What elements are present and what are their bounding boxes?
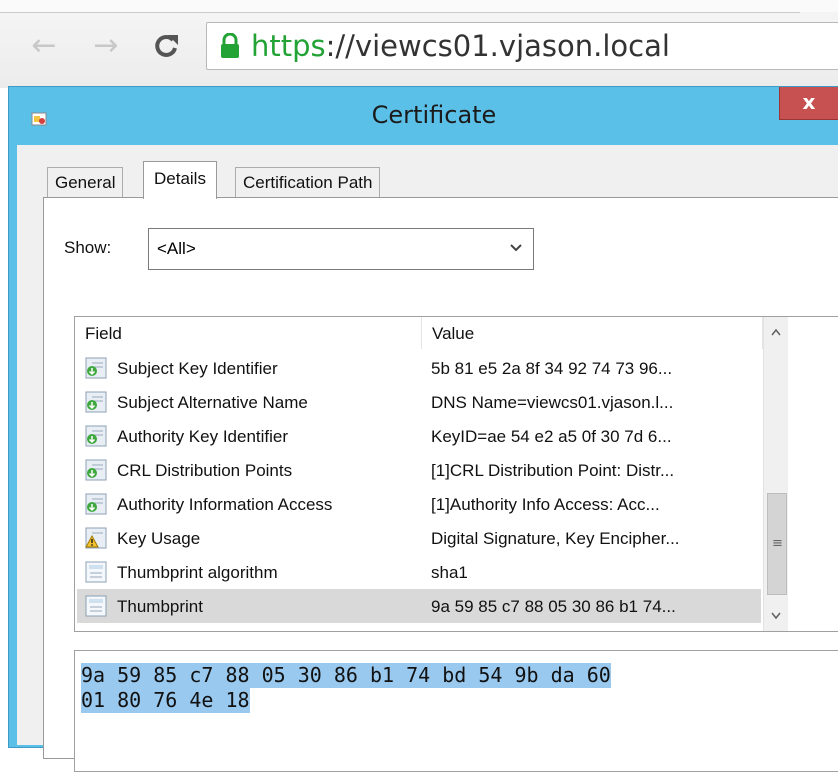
dialog-titlebar[interactable]: Certificate x — [9, 87, 838, 145]
show-dropdown[interactable]: <All> — [148, 228, 534, 270]
field-value: KeyID=ae 54 e2 a5 0f 30 7d 6... — [431, 427, 672, 446]
property-icon — [85, 561, 107, 583]
field-row-subject-key-identifier[interactable]: Subject Key Identifier 5b 81 e5 2a 8f 34… — [77, 351, 761, 385]
back-arrow-icon: ← — [31, 28, 57, 63]
tab-strip-edge — [0, 6, 800, 13]
cert-field-icon — [85, 391, 107, 413]
chevron-down-icon — [771, 612, 781, 620]
back-button[interactable]: ← — [26, 28, 62, 64]
tab-details[interactable]: Details — [143, 161, 217, 199]
reload-button[interactable] — [148, 28, 184, 64]
field-row-crl-distribution-points[interactable]: CRL Distribution Points [1]CRL Distribut… — [77, 453, 761, 487]
scroll-thumb[interactable]: ≡ — [767, 493, 787, 595]
scroll-down-button[interactable] — [764, 601, 788, 631]
field-name: Subject Alternative Name — [117, 393, 308, 412]
close-button[interactable]: x — [779, 87, 838, 120]
field-detail-textbox[interactable]: 9a 59 85 c7 88 05 30 86 b1 74 bd 54 9b d… — [74, 650, 838, 772]
field-row-subject-alternative-name[interactable]: Subject Alternative Name DNS Name=viewcs… — [77, 385, 761, 419]
field-name: Authority Information Access — [117, 495, 333, 514]
field-name: Thumbprint — [117, 597, 203, 616]
field-name: Thumbprint algorithm — [117, 563, 278, 582]
chevron-up-icon — [771, 328, 781, 336]
dialog-body: General Details Certification Path Show:… — [17, 145, 838, 772]
certificate-dialog: Certificate x General Details Certificat… — [8, 86, 838, 772]
cert-field-green-icon — [85, 357, 107, 379]
property-icon — [85, 595, 107, 617]
chevron-down-icon — [510, 244, 522, 252]
address-bar[interactable]: https://viewcs01.vjason.local — [206, 22, 838, 70]
lock-icon — [221, 33, 239, 58]
field-value: [1]Authority Info Access: Acc... — [431, 495, 660, 514]
grip-icon: ≡ — [772, 536, 783, 551]
fields-list[interactable]: Field Value Subject Key Identifier 5b 81… — [74, 316, 838, 632]
field-name: Key Usage — [117, 529, 201, 548]
browser-toolbar: ← → https://viewcs01.vjason.local — [0, 0, 838, 88]
cert-field-green-icon — [85, 425, 107, 447]
detail-line: 9a 59 85 c7 88 05 30 86 b1 74 bd 54 9b d… — [81, 663, 611, 688]
show-label: Show: — [64, 238, 112, 257]
tab-certification-path[interactable]: Certification Path — [235, 167, 381, 198]
field-value: 9a 59 85 c7 88 05 30 86 b1 74... — [431, 597, 676, 616]
field-value: [1]CRL Distribution Point: Distr... — [431, 461, 675, 480]
url-scheme: https — [251, 29, 326, 63]
url-text[interactable]: https://viewcs01.vjason.local — [251, 29, 670, 63]
detail-line: 01 80 76 4e 18 — [81, 688, 250, 713]
field-row-thumbprint-algorithm[interactable]: Thumbprint algorithm sha1 — [77, 555, 761, 589]
field-value: 5b 81 e5 2a 8f 34 92 74 73 96... — [431, 359, 673, 378]
forward-arrow-icon: → — [93, 28, 119, 63]
field-row-key-usage[interactable]: Key Usage Digital Signature, Key Enciphe… — [77, 521, 761, 555]
close-icon: x — [802, 90, 816, 114]
field-name: Authority Key Identifier — [117, 427, 289, 446]
field-row-authority-key-identifier[interactable]: Authority Key Identifier KeyID=ae 54 e2 … — [77, 419, 761, 453]
details-panel: Show: <All> Field Value Subject Key Iden… — [43, 197, 838, 772]
column-header-value[interactable]: Value — [422, 317, 763, 349]
tab-general[interactable]: General — [47, 167, 124, 198]
field-value: sha1 — [431, 563, 468, 582]
scroll-up-button[interactable] — [764, 317, 788, 347]
url-host: ://viewcs01.vjason.local — [325, 29, 670, 63]
forward-button[interactable]: → — [88, 28, 124, 64]
warning-field-icon — [85, 527, 107, 549]
field-name: Subject Key Identifier — [117, 359, 278, 378]
cert-field-icon — [85, 493, 107, 515]
reload-icon — [155, 34, 178, 57]
field-value: Digital Signature, Key Encipher... — [431, 529, 680, 548]
column-header-field[interactable]: Field — [75, 317, 422, 349]
cert-field-icon — [85, 459, 107, 481]
dialog-title: Certificate — [371, 101, 497, 129]
field-row-thumbprint[interactable]: Thumbprint 9a 59 85 c7 88 05 30 86 b1 74… — [77, 589, 761, 623]
show-dropdown-value: <All> — [157, 239, 196, 258]
field-name: CRL Distribution Points — [117, 461, 293, 480]
field-row-authority-information-access[interactable]: Authority Information Access [1]Authorit… — [77, 487, 761, 521]
field-value: DNS Name=viewcs01.vjason.l... — [431, 393, 674, 412]
list-scrollbar[interactable]: ≡ — [763, 317, 788, 631]
